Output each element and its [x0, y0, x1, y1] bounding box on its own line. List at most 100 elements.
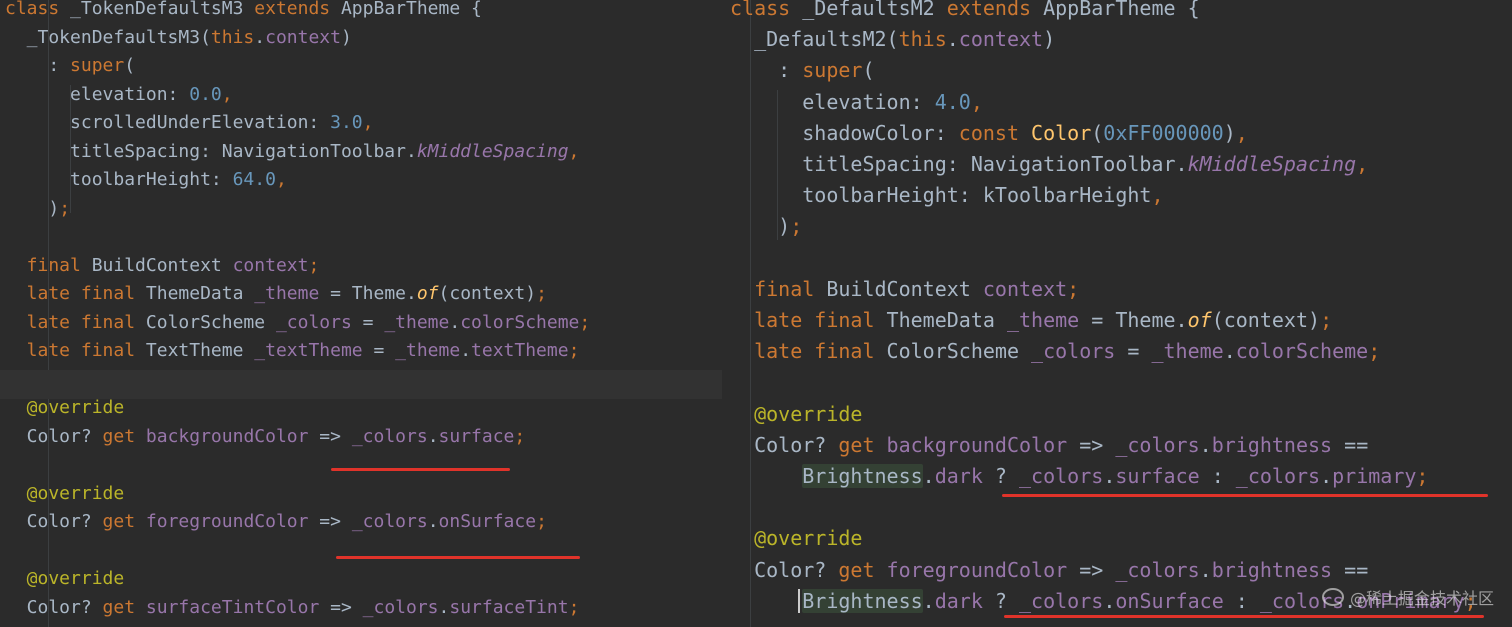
code-line[interactable]: _TokenDefaultsM3(this.context): [0, 24, 722, 53]
code-line[interactable]: late final ThemeData _theme = Theme.of(c…: [0, 280, 722, 309]
code-token: of: [1187, 308, 1212, 332]
code-token: surface: [1115, 464, 1200, 488]
code-token: AppBarTheme {: [340, 0, 482, 19]
code-token: dark: [934, 464, 983, 488]
code-line[interactable]: );: [0, 195, 722, 224]
code-line[interactable]: Color? get foregroundColor => _colors.br…: [722, 555, 1512, 586]
right-editor-pane[interactable]: class _DefaultsM2 extends AppBarTheme { …: [722, 0, 1512, 627]
code-token: _theme: [384, 311, 450, 333]
code-line[interactable]: elevation: 4.0,: [722, 87, 1512, 118]
code-line[interactable]: Brightness.dark ? _colors.surface : _col…: [722, 461, 1512, 492]
code-token: ,: [275, 169, 287, 190]
code-token: :: [5, 55, 71, 76]
code-token: ,: [221, 83, 233, 105]
code-line[interactable]: );: [722, 211, 1512, 242]
code-token: late final: [730, 339, 887, 364]
code-line[interactable]: @override: [722, 523, 1512, 554]
code-token: _colors: [351, 511, 428, 532]
code-line[interactable]: Color? get backgroundColor => _colors.su…: [0, 423, 722, 452]
code-token: .: [460, 340, 472, 361]
code-line[interactable]: @override: [0, 565, 722, 594]
code-token: ): [340, 26, 352, 48]
code-token: (: [862, 58, 875, 83]
code-token: ThemeData: [886, 308, 1007, 332]
code-line[interactable]: Color? get foregroundColor => _colors.on…: [0, 508, 722, 537]
code-token: _colors: [1115, 432, 1200, 457]
code-token: ThemeData: [145, 283, 255, 304]
code-token: elevation:: [5, 83, 190, 105]
code-token: :: [730, 58, 803, 83]
code-token: ==: [1332, 432, 1369, 457]
code-line[interactable]: : super(: [0, 52, 722, 81]
code-token: onSurface: [1115, 588, 1224, 613]
code-token: context: [265, 26, 341, 48]
code-token: ,: [1235, 120, 1248, 145]
code-token: titleSpacing: NavigationToolbar.: [5, 140, 417, 162]
code-line[interactable]: [0, 451, 722, 480]
code-token: _colors: [1235, 464, 1321, 488]
code-token: .: [427, 425, 439, 447]
code-line[interactable]: @override: [0, 480, 722, 509]
code-token: textTheme: [471, 340, 569, 361]
watermark-logo-icon: [1321, 588, 1344, 606]
code-line[interactable]: elevation: 0.0,: [0, 81, 722, 110]
code-token: surface: [438, 425, 515, 447]
code-token: final: [730, 276, 827, 301]
code-token: 4.0: [934, 89, 971, 114]
code-line[interactable]: titleSpacing: NavigationToolbar.kMiddleS…: [0, 138, 722, 167]
code-token: foregroundColor: [145, 511, 309, 532]
code-token: _theme: [395, 340, 461, 361]
code-token: .: [449, 311, 461, 333]
left-editor-pane[interactable]: class _TokenDefaultsM3 extends AppBarThe…: [0, 0, 722, 627]
code-token: =>: [1067, 557, 1116, 582]
code-line[interactable]: toolbarHeight: kToolbarHeight,: [722, 180, 1512, 211]
code-token: ,: [1356, 152, 1369, 176]
code-token: super: [802, 58, 863, 83]
code-line[interactable]: late final TextTheme _textTheme = _theme…: [0, 337, 722, 366]
code-token: Brightness: [802, 464, 923, 488]
code-token: (: [124, 55, 136, 76]
code-token: Color?: [5, 511, 103, 532]
code-line[interactable]: _DefaultsM2(this.context): [722, 24, 1512, 55]
code-token: _colors: [362, 596, 439, 618]
code-line[interactable]: titleSpacing: NavigationToolbar.kMiddleS…: [722, 149, 1512, 180]
code-token: ?: [982, 464, 1020, 488]
code-token: late final: [730, 308, 887, 332]
code-line[interactable]: toolbarHeight: 64.0,: [0, 166, 722, 195]
code-line[interactable]: class _TokenDefaultsM3 extends AppBarThe…: [0, 0, 722, 24]
code-line[interactable]: shadowColor: const Color(0xFF000000),: [722, 118, 1512, 149]
code-line[interactable]: final BuildContext context;: [722, 274, 1512, 305]
code-line[interactable]: [722, 243, 1512, 274]
code-line[interactable]: Color? get surfaceTintColor => _colors.s…: [0, 594, 722, 623]
code-token: this: [898, 27, 947, 52]
code-line[interactable]: late final ColorScheme _colors = _theme.…: [0, 309, 722, 338]
code-token: _theme: [1151, 339, 1224, 364]
code-token: ;: [536, 283, 547, 304]
code-token: ;: [59, 197, 71, 219]
code-token: late final: [5, 311, 146, 333]
code-token: get: [838, 557, 887, 582]
code-line[interactable]: late final ThemeData _theme = Theme.of(c…: [722, 305, 1512, 336]
code-line[interactable]: late final ColorScheme _colors = _theme.…: [722, 336, 1512, 367]
code-token: ;: [536, 511, 547, 532]
code-token: .: [1199, 557, 1212, 582]
code-token: = Theme.: [319, 283, 417, 304]
code-token: 64.0: [232, 169, 276, 190]
code-line[interactable]: @override: [0, 394, 722, 423]
code-token: 0xFF000000: [1103, 120, 1224, 145]
code-line[interactable]: [0, 537, 722, 566]
code-token: ): [1043, 27, 1056, 52]
code-line[interactable]: [0, 366, 722, 395]
code-line[interactable]: scrolledUnderElevation: 3.0,: [0, 109, 722, 138]
code-line[interactable]: final BuildContext context;: [0, 252, 722, 281]
code-line[interactable]: @override: [722, 399, 1512, 430]
code-line[interactable]: [722, 367, 1512, 398]
code-token: brightness: [1211, 557, 1333, 582]
code-token: late final: [5, 340, 146, 361]
code-line[interactable]: : super(: [722, 55, 1512, 86]
code-line[interactable]: Color? get backgroundColor => _colors.br…: [722, 430, 1512, 461]
code-line[interactable]: class _DefaultsM2 extends AppBarTheme {: [722, 0, 1512, 24]
code-token: ): [1223, 120, 1236, 145]
code-line[interactable]: [0, 223, 722, 252]
